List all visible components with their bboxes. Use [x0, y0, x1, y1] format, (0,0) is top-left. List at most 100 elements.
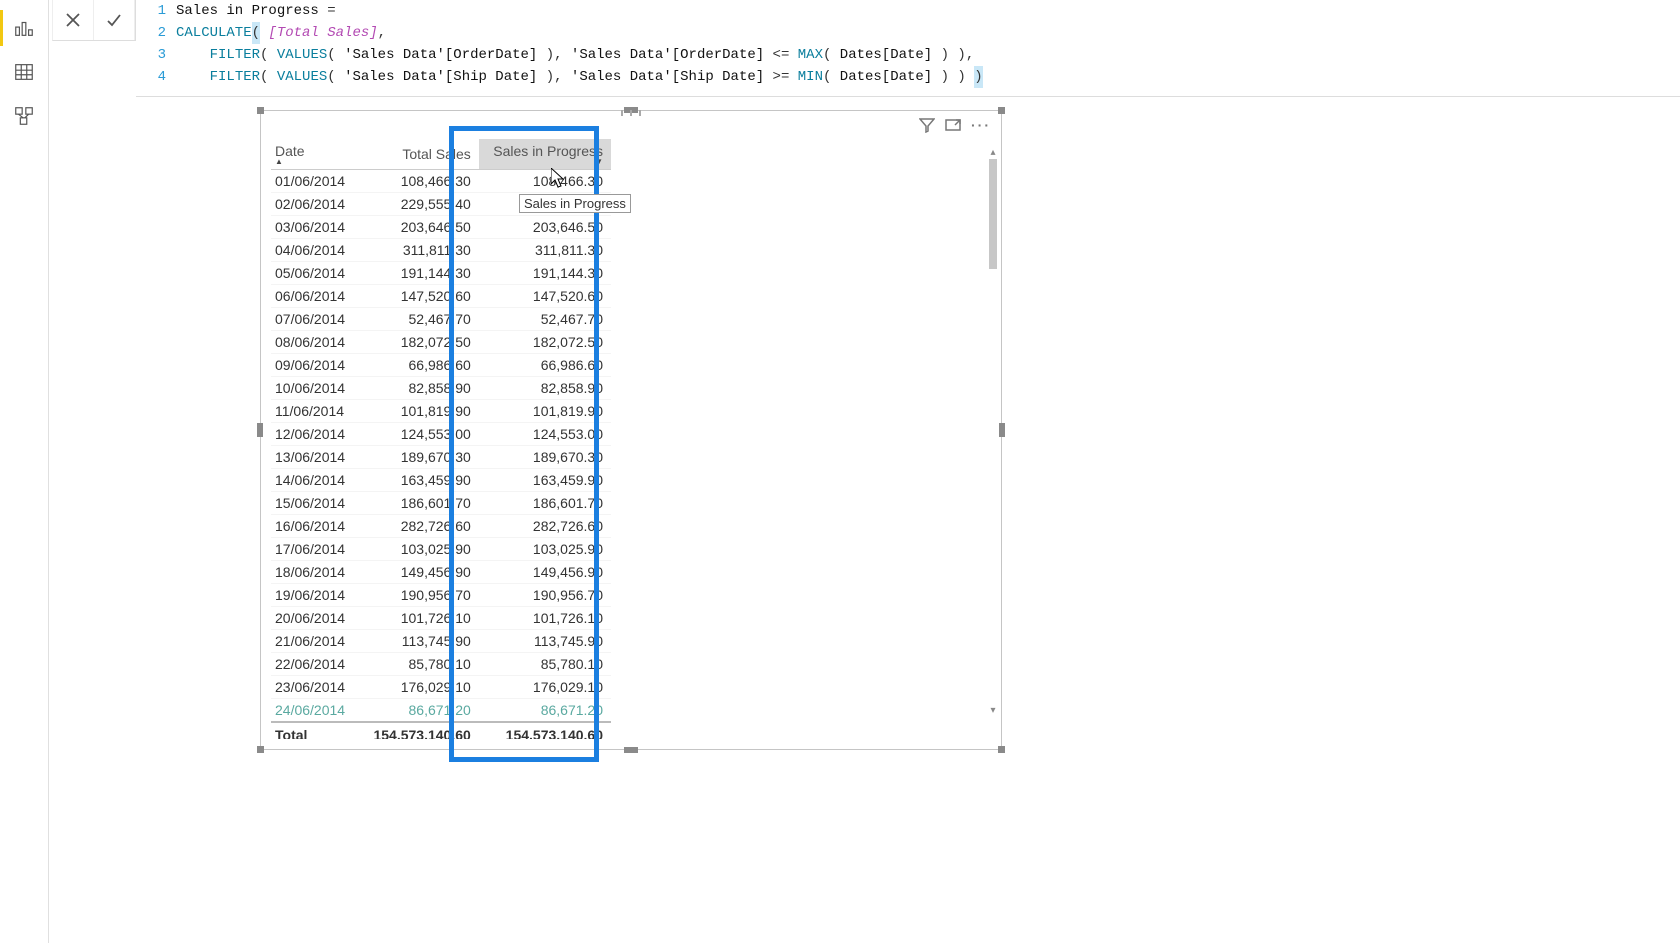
cell-date: 12/06/2014 — [271, 423, 360, 446]
cell-date: 01/06/2014 — [271, 170, 360, 193]
column-ref: 'Sales Data'[OrderDate] — [344, 44, 537, 66]
cell-date: 08/06/2014 — [271, 331, 360, 354]
cell-total-sales: 186,601.70 — [360, 492, 479, 515]
code-token: ( — [260, 66, 277, 88]
cell-sales-in-progress: 147,520.60 — [479, 285, 611, 308]
cancel-button[interactable] — [53, 0, 94, 40]
table-row[interactable]: 16/06/2014282,726.60282,726.60 — [271, 515, 611, 538]
table-visual[interactable]: ··· Date ▲ Total Sales Sales in Progress — [260, 110, 1002, 750]
cell-date: 10/06/2014 — [271, 377, 360, 400]
cell-date: 02/06/2014 — [271, 193, 360, 216]
table-row[interactable]: 23/06/2014176,029.10176,029.10 — [271, 676, 611, 699]
formula-controls — [52, 0, 136, 41]
dax-editor[interactable]: 1 Sales in Progress = 2 CALCULATE ( [Tot… — [136, 0, 1680, 97]
line-number: 4 — [136, 66, 176, 88]
cursor-icon — [551, 168, 567, 193]
header-label: Sales in Progress — [493, 143, 603, 159]
cell-sales-in-progress: 103,025.90 — [479, 538, 611, 561]
cell-date: 23/06/2014 — [271, 676, 360, 699]
table-row[interactable]: 15/06/2014186,601.70186,601.70 — [271, 492, 611, 515]
cell-date: 24/06/2014 — [271, 699, 360, 723]
resize-handle-right[interactable] — [999, 423, 1005, 437]
column-ref: 'Sales Data'[OrderDate] — [571, 44, 764, 66]
cell-date: 21/06/2014 — [271, 630, 360, 653]
filter-icon[interactable] — [919, 117, 935, 138]
table-row[interactable]: 18/06/2014149,456.90149,456.90 — [271, 561, 611, 584]
column-ref: 'Sales Data'[Ship Date] — [344, 66, 537, 88]
resize-corner-bl[interactable] — [257, 746, 264, 753]
cell-total-sales: 182,072.50 — [360, 331, 479, 354]
table-row[interactable]: 03/06/2014203,646.50203,646.50 — [271, 216, 611, 239]
resize-corner-tl[interactable] — [257, 107, 264, 114]
sort-asc-icon: ▲ — [275, 159, 352, 165]
table-row[interactable]: 13/06/2014189,670.30189,670.30 — [271, 446, 611, 469]
table-row[interactable]: 20/06/2014101,726.10101,726.10 — [271, 607, 611, 630]
cell-date: 09/06/2014 — [271, 354, 360, 377]
table-row[interactable]: 22/06/201485,780.1085,780.10 — [271, 653, 611, 676]
code-token: ( — [823, 44, 840, 66]
cell-sales-in-progress: 182,072.50 — [479, 331, 611, 354]
resize-corner-tr[interactable] — [998, 107, 1005, 114]
cell-date: 15/06/2014 — [271, 492, 360, 515]
resize-corner-br[interactable] — [998, 746, 1005, 753]
more-options-icon[interactable]: ··· — [971, 117, 991, 138]
line-number: 1 — [136, 0, 176, 22]
column-ref: Dates[Date] — [840, 44, 932, 66]
vertical-scrollbar[interactable]: ▴ ▾ — [987, 145, 999, 717]
scrollbar-thumb[interactable] — [989, 159, 997, 269]
visual-toolbar: ··· — [919, 117, 991, 138]
cell-total-sales: 101,726.10 — [360, 607, 479, 630]
table-row[interactable]: 21/06/2014113,745.90113,745.90 — [271, 630, 611, 653]
drag-grip[interactable] — [621, 110, 641, 116]
resize-handle-left[interactable] — [257, 423, 263, 437]
model-view-button[interactable] — [0, 94, 48, 138]
cell-sales-in-progress: 311,811.30 — [479, 239, 611, 262]
cell-sales-in-progress: 52,467.70 — [479, 308, 611, 331]
cell-sales-in-progress: 149,456.90 — [479, 561, 611, 584]
scroll-up-icon[interactable]: ▴ — [987, 145, 999, 159]
cell-total-sales: 103,025.90 — [360, 538, 479, 561]
cell-sales-in-progress: 124,553.00 — [479, 423, 611, 446]
cell-sales-in-progress: 163,459.90 — [479, 469, 611, 492]
focus-mode-icon[interactable] — [945, 117, 961, 138]
resize-handle-bottom[interactable] — [624, 747, 638, 753]
table-row[interactable]: 11/06/2014101,819.90101,819.90 — [271, 400, 611, 423]
table-row[interactable]: 07/06/201452,467.7052,467.70 — [271, 308, 611, 331]
table-row[interactable]: 09/06/201466,986.6066,986.60 — [271, 354, 611, 377]
table-row[interactable]: 17/06/2014103,025.90103,025.90 — [271, 538, 611, 561]
table-row[interactable]: 12/06/2014124,553.00124,553.00 — [271, 423, 611, 446]
column-header-sales-in-progress[interactable]: Sales in Progress ▼ — [479, 139, 611, 170]
table-row[interactable]: 06/06/2014147,520.60147,520.60 — [271, 285, 611, 308]
cell-total-sales: 190,956.70 — [360, 584, 479, 607]
cell-total-sales: 282,726.60 — [360, 515, 479, 538]
table-row[interactable]: 04/06/2014311,811.30311,811.30 — [271, 239, 611, 262]
cell-sales-in-progress: 66,986.60 — [479, 354, 611, 377]
table-row[interactable]: 05/06/2014191,144.30191,144.30 — [271, 262, 611, 285]
table-row[interactable]: 19/06/2014190,956.70190,956.70 — [271, 584, 611, 607]
indent — [176, 44, 210, 66]
scroll-down-icon[interactable]: ▾ — [987, 703, 999, 717]
cell-date: 17/06/2014 — [271, 538, 360, 561]
table-row[interactable]: 08/06/2014182,072.50182,072.50 — [271, 331, 611, 354]
dax-keyword: VALUES — [277, 44, 327, 66]
table-container: Date ▲ Total Sales Sales in Progress ▼ 0… — [271, 139, 991, 739]
dax-keyword: VALUES — [277, 66, 327, 88]
column-header-total-sales[interactable]: Total Sales — [360, 139, 479, 170]
cell-total-sales: 176,029.10 — [360, 676, 479, 699]
totals-total-sales: 154,573,140.60 — [360, 722, 479, 739]
dax-keyword: CALCULATE — [176, 22, 252, 44]
dax-function: MAX — [798, 44, 823, 66]
measure-name: Sales in Progress — [176, 0, 319, 22]
column-header-date[interactable]: Date ▲ — [271, 139, 360, 170]
cell-total-sales: 191,144.30 — [360, 262, 479, 285]
table-row[interactable]: 24/06/201486,671.2086,671.20 — [271, 699, 611, 723]
column-ref: Dates[Date] — [840, 66, 932, 88]
cell-date: 20/06/2014 — [271, 607, 360, 630]
cell-sales-in-progress: 190,956.70 — [479, 584, 611, 607]
data-view-button[interactable] — [0, 50, 48, 94]
commit-button[interactable] — [94, 0, 135, 40]
table-row[interactable]: 14/06/2014163,459.90163,459.90 — [271, 469, 611, 492]
table-row[interactable]: 10/06/201482,858.9082,858.90 — [271, 377, 611, 400]
paren-close: ) — [974, 66, 982, 88]
report-view-button[interactable] — [0, 6, 48, 50]
